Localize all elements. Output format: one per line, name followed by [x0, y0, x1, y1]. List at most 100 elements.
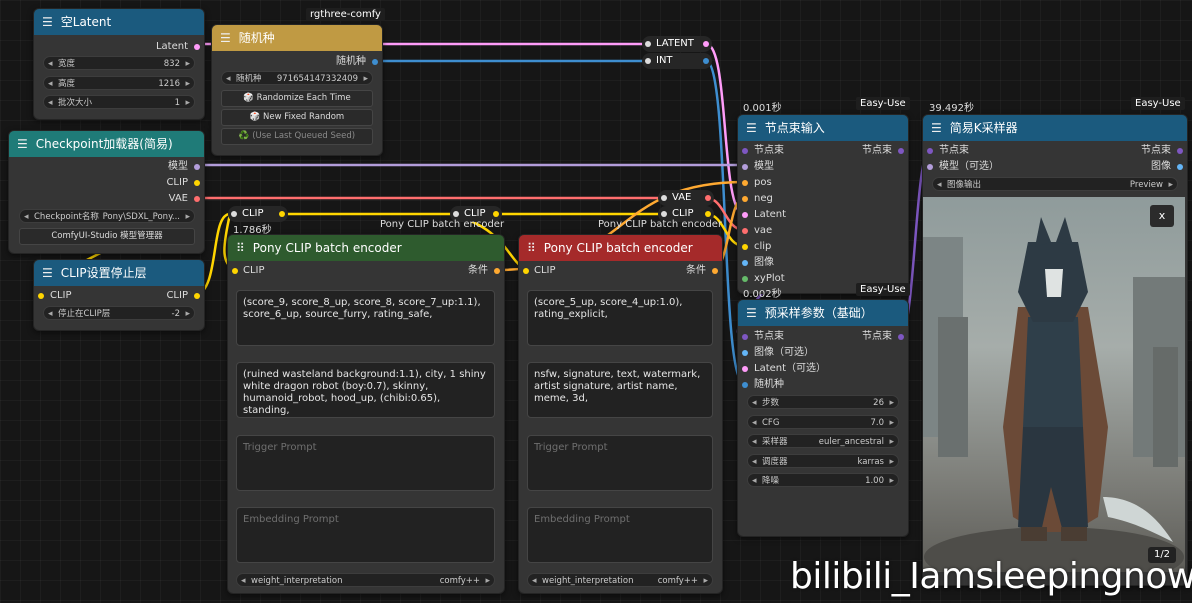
prompt-text-1[interactable]: (score_5_up, score_4_up:1.0), rating_exp…: [527, 290, 713, 346]
use-last-seed-button[interactable]: ♻️ (Use Last Queued Seed): [221, 128, 373, 145]
prompt-text-2[interactable]: nsfw, signature, text, watermark, artist…: [527, 362, 713, 418]
input-pipe-socket[interactable]: [742, 334, 748, 340]
reroute-latent[interactable]: LATENT: [642, 36, 712, 52]
pipe-in-header[interactable]: ☰ 节点束输入: [738, 115, 908, 141]
menu-icon[interactable]: ☰: [220, 25, 231, 51]
height-widget[interactable]: 高度 1216: [43, 76, 195, 90]
negative-encoder-node[interactable]: ⠿ Pony CLIP batch encoder CLIP 条件 (score_…: [518, 234, 723, 594]
encoder-header[interactable]: ⠿ Pony CLIP batch encoder: [519, 235, 722, 261]
embedding-prompt-input[interactable]: Embedding Prompt: [527, 507, 713, 563]
output-vae-socket[interactable]: [194, 196, 200, 202]
cfg-widget[interactable]: CFG 7.0: [747, 415, 899, 429]
presampling-settings-node[interactable]: ☰ 预采样参数（基础） 节点束 节点束 图像（可选） Latent（可选） 随机种…: [737, 299, 909, 537]
reroute-clip-mid-out[interactable]: [493, 211, 499, 217]
input-latent-socket[interactable]: [742, 366, 748, 372]
embedding-prompt-input[interactable]: Embedding Prompt: [236, 507, 495, 563]
prompt-text-1[interactable]: (score_9, score_8_up, score_8, score_7_u…: [236, 290, 495, 346]
reroute-clip-mid-in[interactable]: [453, 211, 459, 217]
output-seed-socket[interactable]: [372, 59, 378, 65]
input-pipe-socket[interactable]: [742, 148, 748, 154]
input-image-socket[interactable]: [742, 350, 748, 356]
reroute-int[interactable]: INT: [642, 53, 712, 69]
seed-node[interactable]: ☰ 随机种 随机种 随机种 971654147332409 🎲 Randomize …: [211, 24, 383, 156]
menu-icon[interactable]: ☰: [17, 131, 28, 157]
input-xyplot-socket[interactable]: [742, 276, 748, 282]
reroute-clip-left-out[interactable]: [279, 211, 285, 217]
batch-widget[interactable]: 批次大小 1: [43, 95, 195, 109]
close-preview-button[interactable]: x: [1150, 205, 1174, 227]
generated-image-preview[interactable]: x 1/2: [923, 197, 1185, 572]
image-output-widget[interactable]: 图像输出 Preview: [932, 177, 1178, 191]
scheduler-widget[interactable]: 调度器 karras: [747, 454, 899, 468]
input-seed-socket[interactable]: [742, 382, 748, 388]
grid-icon[interactable]: ⠿: [236, 235, 245, 261]
menu-icon[interactable]: ☰: [746, 115, 757, 141]
input-neg-socket[interactable]: [742, 196, 748, 202]
output-latent-socket[interactable]: [194, 44, 200, 50]
input-vae-socket[interactable]: [742, 228, 748, 234]
input-clip-socket[interactable]: [523, 268, 529, 274]
reroute-latent-in[interactable]: [645, 41, 651, 47]
output-model-socket[interactable]: [194, 164, 200, 170]
seed-widget[interactable]: 随机种 971654147332409: [221, 71, 373, 85]
output-pipe-socket[interactable]: [1177, 148, 1183, 154]
weight-interpretation-widget[interactable]: weight_interpretation comfy++: [236, 573, 495, 587]
model-manager-button[interactable]: ComfyUI-Studio 模型管理器: [19, 228, 195, 245]
empty-latent-node[interactable]: ☰ 空Latent Latent 宽度 832 高度 1216 批次大小 1: [33, 8, 205, 120]
encoder-header[interactable]: ⠿ Pony CLIP batch encoder: [228, 235, 504, 261]
settings-header[interactable]: ☰ 预采样参数（基础）: [738, 300, 908, 326]
trigger-prompt-input[interactable]: Trigger Prompt: [527, 435, 713, 491]
input-pipe-socket[interactable]: [927, 148, 933, 154]
input-clip-socket[interactable]: [232, 268, 238, 274]
reroute-clip-left-in[interactable]: [231, 211, 237, 217]
reroute-int-in[interactable]: [645, 58, 651, 64]
input-model-socket[interactable]: [927, 164, 933, 170]
output-pipe-socket[interactable]: [898, 148, 904, 154]
steps-widget[interactable]: 步数 26: [747, 395, 899, 409]
reroute-clip-right-in[interactable]: [661, 211, 667, 217]
reroute-clip-right-out[interactable]: [705, 211, 711, 217]
prompt-text-2[interactable]: (ruined wasteland background:1.1), city,…: [236, 362, 495, 418]
reroute-label: CLIP: [242, 208, 264, 219]
output-pipe-socket[interactable]: [898, 334, 904, 340]
ksampler-header[interactable]: ☰ 简易K采样器: [923, 115, 1187, 141]
output-conditioning-socket[interactable]: [712, 268, 718, 274]
input-clip-socket[interactable]: [742, 244, 748, 250]
checkpoint-node[interactable]: ☰ Checkpoint加载器(简易) 模型 CLIP VAE Checkpoin…: [8, 130, 205, 254]
reroute-int-out[interactable]: [703, 58, 709, 64]
pipe-in-node[interactable]: ☰ 节点束输入 节点束 节点束 模型 pos neg Latent vae cli…: [737, 114, 909, 294]
input-image-socket[interactable]: [742, 260, 748, 266]
input-model-socket[interactable]: [742, 164, 748, 170]
clip-stop-node[interactable]: ☰ CLIP设置停止层 CLIP CLIP 停止在CLIP层 -2: [33, 259, 205, 331]
menu-icon[interactable]: ☰: [42, 260, 53, 286]
output-clip-socket[interactable]: [194, 293, 200, 299]
output-image-socket[interactable]: [1177, 164, 1183, 170]
input-pos-socket[interactable]: [742, 180, 748, 186]
input-clip-socket[interactable]: [38, 293, 44, 299]
width-widget[interactable]: 宽度 832: [43, 56, 195, 70]
output-conditioning-socket[interactable]: [494, 268, 500, 274]
positive-encoder-node[interactable]: ⠿ Pony CLIP batch encoder CLIP 条件 (score_…: [227, 234, 505, 594]
reroute-latent-out[interactable]: [703, 41, 709, 47]
seed-header[interactable]: ☰ 随机种: [212, 25, 382, 51]
reroute-vae-out[interactable]: [705, 195, 711, 201]
bilibili-watermark: bilibili_Iamsleepingnow: [790, 556, 1192, 597]
new-fixed-random-button[interactable]: 🎲 New Fixed Random: [221, 109, 373, 126]
menu-icon[interactable]: ☰: [42, 9, 53, 35]
weight-interpretation-widget[interactable]: weight_interpretation comfy++: [527, 573, 713, 587]
input-latent-socket[interactable]: [742, 212, 748, 218]
menu-icon[interactable]: ☰: [931, 115, 942, 141]
sampler-widget[interactable]: 采样器 euler_ancestral: [747, 434, 899, 448]
menu-icon[interactable]: ☰: [746, 300, 757, 326]
trigger-prompt-input[interactable]: Trigger Prompt: [236, 435, 495, 491]
denoise-widget[interactable]: 降噪 1.00: [747, 473, 899, 487]
clip-stop-header[interactable]: ☰ CLIP设置停止层: [34, 260, 204, 286]
output-clip-socket[interactable]: [194, 180, 200, 186]
reroute-vae-in[interactable]: [661, 195, 667, 201]
randomize-button[interactable]: 🎲 Randomize Each Time: [221, 90, 373, 107]
checkpoint-header[interactable]: ☰ Checkpoint加载器(简易): [9, 131, 204, 157]
empty-latent-header[interactable]: ☰ 空Latent: [34, 9, 204, 35]
grid-icon[interactable]: ⠿: [527, 235, 536, 261]
ckpt-name-widget[interactable]: Checkpoint名称Pony\SDXL_Pony...: [19, 209, 195, 223]
stop-layer-widget[interactable]: 停止在CLIP层 -2: [43, 306, 195, 320]
